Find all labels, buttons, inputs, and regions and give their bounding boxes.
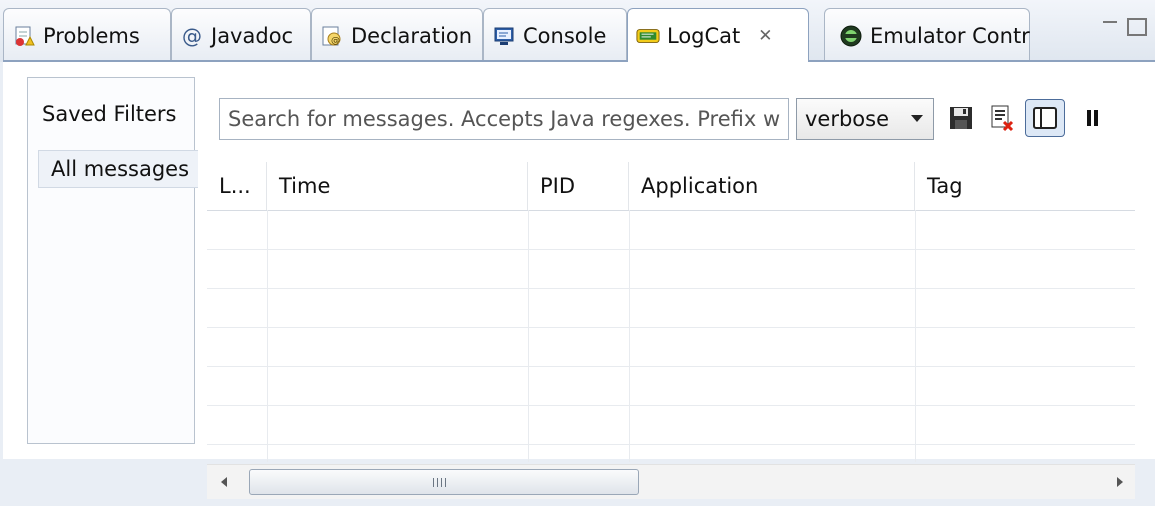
view-tab-bar: Problems @ Javadoc @ Declaration Console…: [0, 0, 1155, 62]
tab-label: LogCat: [667, 23, 741, 48]
declaration-icon: @: [320, 24, 344, 48]
minimize-icon[interactable]: [1103, 21, 1117, 23]
column-header-application[interactable]: Application: [629, 162, 915, 210]
table-row[interactable]: [207, 288, 1135, 328]
saved-filters-panel: Saved Filters All messages: [27, 77, 198, 444]
tab-label: Problems: [43, 23, 140, 48]
tab-label: Emulator Contr: [870, 23, 1030, 48]
log-level-value: verbose: [805, 107, 890, 131]
scroll-right-icon[interactable]: [1117, 477, 1123, 487]
tab-label: Console: [523, 23, 607, 48]
view-window-controls: [1103, 18, 1147, 36]
at-sign-icon: @: [182, 23, 202, 48]
tab-logcat[interactable]: LogCat ✕: [627, 8, 809, 62]
column-header-time[interactable]: Time: [267, 162, 528, 210]
tab-emulator-control[interactable]: Emulator Contr: [824, 8, 1030, 62]
chevron-down-icon: [911, 115, 923, 122]
tab-javadoc[interactable]: @ Javadoc: [171, 8, 311, 62]
search-input[interactable]: [219, 98, 789, 140]
emulator-icon: [839, 24, 863, 48]
console-icon: [492, 24, 516, 48]
grip-icon: [433, 478, 447, 487]
table-row[interactable]: [207, 405, 1135, 445]
log-level-select[interactable]: verbose: [796, 98, 934, 140]
table-row[interactable]: [207, 249, 1135, 289]
pause-icon[interactable]: [1079, 104, 1107, 132]
table-row[interactable]: [207, 210, 1135, 250]
toggle-filters-panel-icon[interactable]: [1025, 99, 1065, 137]
column-header-level[interactable]: L...: [207, 162, 267, 210]
tab-label: Javadoc: [211, 23, 294, 48]
tab-problems[interactable]: Problems: [3, 8, 171, 62]
table-row[interactable]: [207, 327, 1135, 367]
logcat-panel: Saved Filters All messages verbose L... …: [3, 60, 1155, 499]
tab-declaration[interactable]: @ Declaration: [311, 8, 483, 62]
column-header-tag[interactable]: Tag: [915, 162, 1135, 210]
saved-filters-heading: Saved Filters: [42, 102, 177, 126]
save-icon[interactable]: [947, 104, 975, 132]
filter-item-all-messages[interactable]: All messages: [38, 150, 198, 188]
clear-log-icon[interactable]: [988, 104, 1016, 132]
scrollbar-thumb[interactable]: [249, 469, 639, 495]
problems-icon: [12, 24, 36, 48]
table-row[interactable]: [207, 366, 1135, 406]
maximize-icon[interactable]: [1127, 18, 1147, 36]
tab-label: Declaration: [351, 23, 473, 48]
column-header-pid[interactable]: PID: [528, 162, 629, 210]
log-table: L... Time PID Application Tag: [207, 162, 1135, 506]
close-icon[interactable]: ✕: [758, 26, 772, 46]
svg-text:@: @: [331, 36, 340, 46]
table-header: L... Time PID Application Tag: [207, 162, 1135, 211]
scroll-left-icon[interactable]: [221, 477, 227, 487]
logcat-icon: [636, 24, 660, 48]
tab-console[interactable]: Console: [483, 8, 627, 62]
horizontal-scrollbar[interactable]: [207, 464, 1135, 499]
